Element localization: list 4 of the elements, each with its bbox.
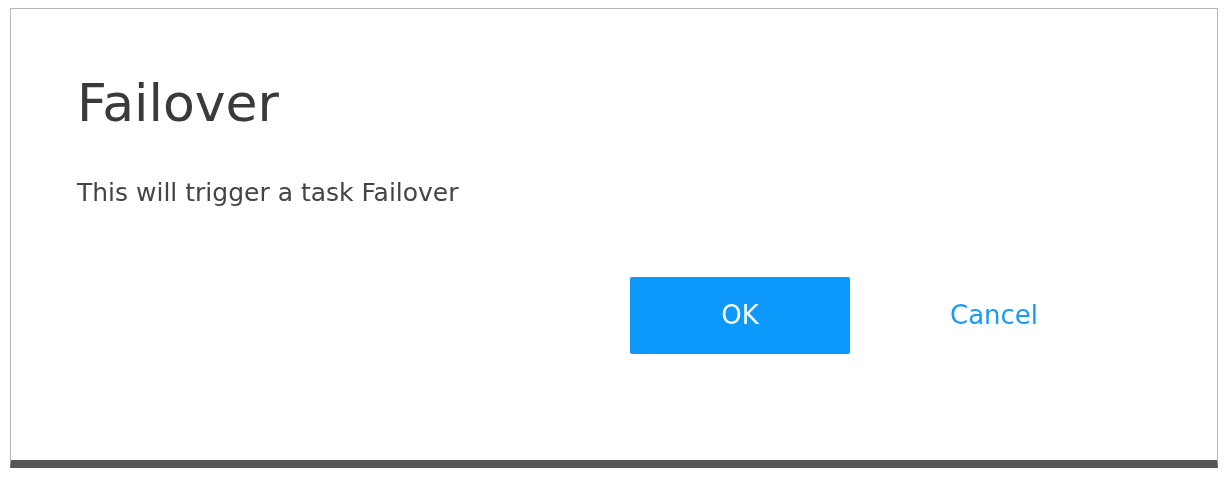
dialog-message: This will trigger a task Failover [77,177,460,209]
ok-button[interactable]: OK [630,277,850,354]
dialog-title: Failover [77,73,280,133]
cancel-link[interactable]: Cancel [950,296,1039,335]
